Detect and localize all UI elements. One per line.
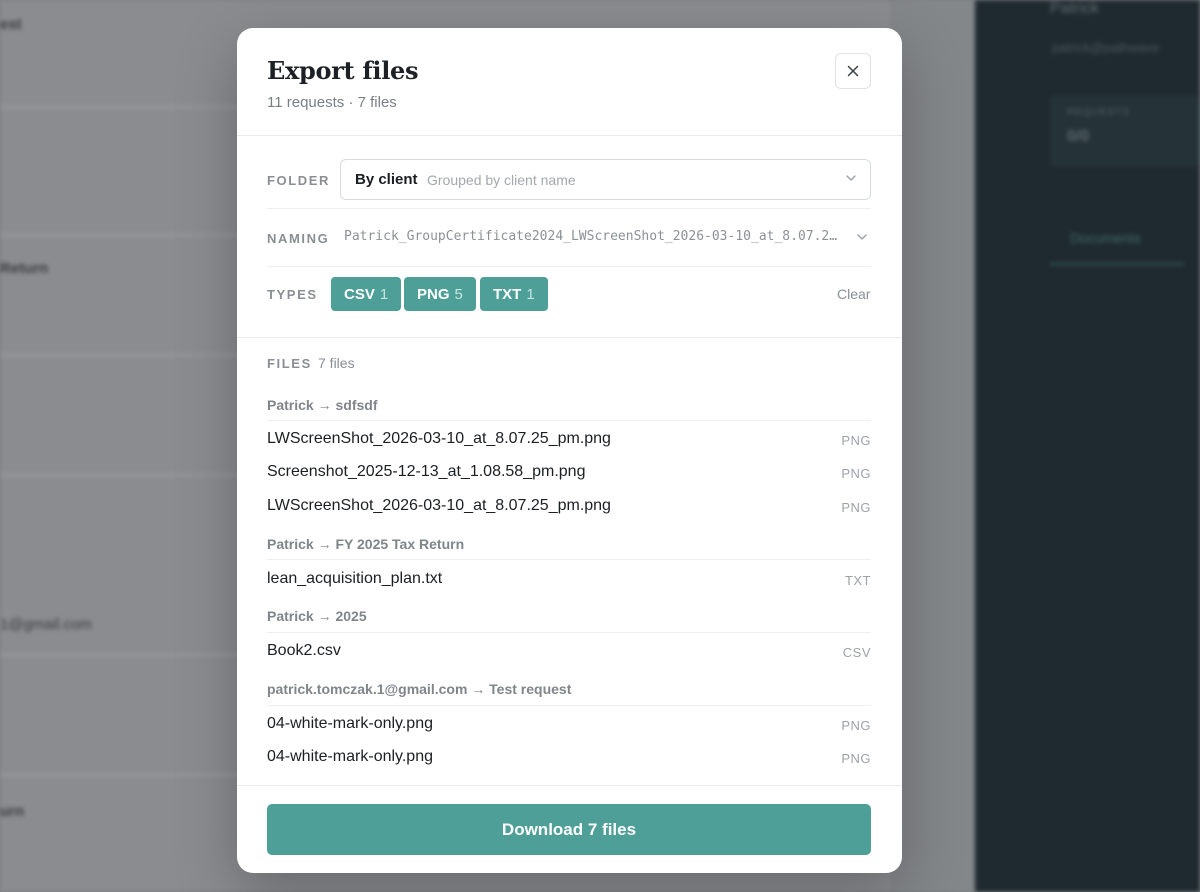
file-type: TXT [844, 573, 871, 588]
dialog-subtitle: 11 requests · 7 files [267, 94, 397, 111]
file-type: PNG [841, 433, 871, 448]
divider [267, 632, 871, 633]
file-group-heading: Patrick → sdfsdf [267, 397, 378, 413]
file-name: 04-white-mark-only.png [267, 715, 433, 732]
types-label: TYPES [267, 287, 318, 302]
type-chip-count: 1 [526, 285, 535, 303]
file-group-heading: Patrick → FY 2025 Tax Return [267, 536, 465, 552]
naming-pattern[interactable]: Patrick_GroupCertificate2024_LWScreenSho… [344, 229, 839, 244]
file-type: PNG [841, 466, 871, 481]
download-button[interactable]: Download 7 files [267, 804, 871, 855]
file-name: LWScreenShot_2026-03-10_at_8.07.25_pm.pn… [267, 497, 611, 514]
type-chip-label: TXT [493, 285, 522, 303]
file-name: Screenshot_2025-12-13_at_1.08.58_pm.png [267, 463, 586, 480]
close-icon [847, 65, 859, 77]
background-sidebar-tab: Documents [1070, 230, 1141, 246]
dialog-header: Export files 11 requests · 7 files [237, 28, 902, 136]
type-chip-label: PNG [417, 285, 450, 303]
naming-label: NAMING [267, 231, 330, 246]
divider [267, 420, 871, 421]
divider [237, 337, 902, 338]
type-chip-png[interactable]: PNG 5 [404, 277, 476, 311]
file-name: 04-white-mark-only.png [267, 748, 433, 765]
type-chip-csv[interactable]: CSV 1 [331, 277, 402, 311]
file-type: PNG [841, 751, 871, 766]
background-row-text: urn [0, 803, 25, 820]
divider [267, 208, 871, 209]
type-chip-count: 1 [379, 285, 389, 303]
background-sidebar-card-value: 0/0 [1067, 128, 1090, 145]
file-group-heading: patrick.tomczak.1@gmail.com → Test reque… [267, 681, 572, 697]
type-chip-label: CSV [344, 285, 375, 303]
background-sidebar-card-label: REQUESTS [1067, 107, 1131, 118]
background-sidebar-email: patrick@pathwave [1052, 40, 1160, 55]
file-name: Book2.csv [267, 642, 341, 659]
background-gutter [890, 0, 975, 892]
divider [267, 266, 871, 267]
file-name: LWScreenShot_2026-03-10_at_8.07.25_pm.pn… [267, 430, 611, 447]
file-type: CSV [842, 645, 871, 660]
divider [237, 785, 902, 786]
folder-select[interactable]: By client Grouped by client name [340, 159, 871, 200]
type-chip-count: 5 [454, 285, 463, 303]
background-sidebar-name: Patrick [1050, 0, 1099, 17]
export-files-dialog: Export files 11 requests · 7 files FOLDE… [237, 28, 902, 873]
divider [267, 705, 871, 706]
file-type: PNG [841, 500, 871, 515]
type-chip-txt[interactable]: TXT 1 [480, 277, 548, 311]
file-group-heading: Patrick → 2025 [267, 608, 367, 624]
folder-label: FOLDER [267, 173, 331, 188]
folder-selected-value: By client [355, 171, 418, 188]
file-name: lean_acquisition_plan.txt [267, 570, 443, 587]
close-button[interactable] [835, 53, 871, 89]
folder-hint: Grouped by client name [427, 172, 576, 188]
files-count: 7 files [318, 355, 355, 371]
divider [267, 559, 871, 560]
background-row-text: est [0, 16, 22, 33]
dialog-title: Export files [267, 56, 419, 85]
chevron-down-icon[interactable] [855, 230, 869, 244]
files-label: FILES [267, 356, 312, 371]
chevron-down-icon [846, 175, 856, 181]
clear-types-link[interactable]: Clear [837, 286, 870, 302]
background-sidebar-tab-indicator [1050, 263, 1184, 265]
file-type: PNG [841, 718, 871, 733]
